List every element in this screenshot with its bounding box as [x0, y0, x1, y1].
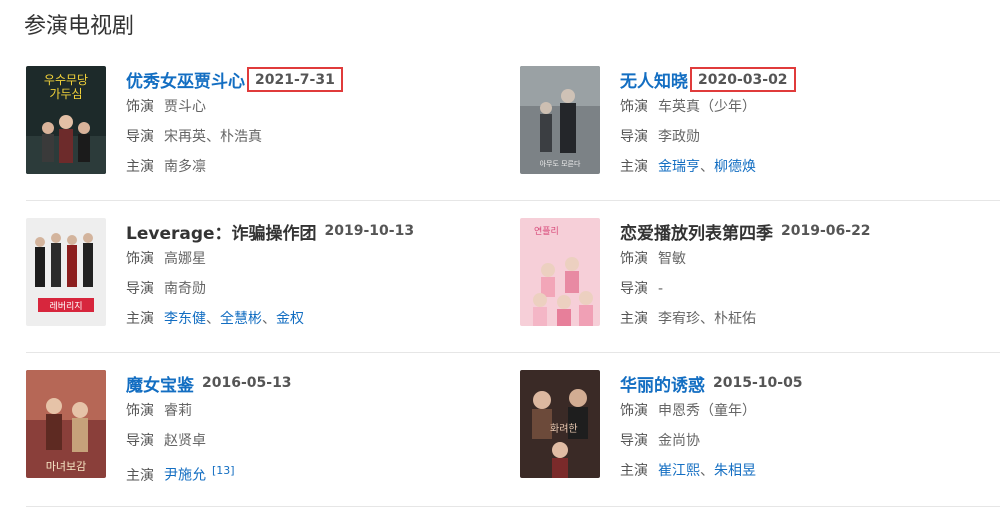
release-date: 2016-05-13	[202, 375, 292, 391]
director-label: 导演	[126, 129, 154, 145]
release-date: 2019-10-13	[324, 223, 415, 239]
role-label: 饰演	[620, 251, 648, 267]
drama-card: 아무도 모른다 无人知晓 2020-03-02 饰演 车英真（少年） 导演 李政勋 …	[520, 66, 990, 178]
drama-card: 레버리지 Leverage：诈骗操作团 2019-10-13 饰演 高娜星 导演南…	[26, 218, 496, 330]
drama-card: 우수무당 가두심 优秀女巫贾斗心 2021-7-31 饰演 贾斗心 导演 宋再英、朴…	[26, 66, 496, 178]
lead-actor-link[interactable]: 全慧彬	[220, 311, 262, 327]
lead-actor-link[interactable]: 崔江熙	[658, 463, 700, 479]
director-value: 赵贤卓	[164, 433, 206, 449]
role-value: 智敏	[658, 251, 686, 267]
lead-actor-link[interactable]: 李东健	[164, 311, 206, 327]
role-label: 饰演	[126, 251, 154, 267]
role-label: 饰演	[620, 99, 648, 115]
drama-title-link[interactable]: 无人知晓	[620, 67, 688, 92]
director-label: 导演	[620, 433, 648, 449]
lead-actor-link[interactable]: 尹施允	[164, 468, 206, 484]
lead-label: 主演	[620, 159, 648, 175]
drama-card: 연플리 恋爱播放列表第四季 2019-06-22 饰演 智敏 导演 - 主演 李宥珍、…	[520, 218, 990, 330]
separator: 、	[206, 311, 220, 327]
separator: 、	[700, 159, 714, 175]
separator: 、	[262, 311, 276, 327]
drama-poster[interactable]: 레버리지	[26, 218, 106, 326]
divider	[26, 200, 1000, 201]
lead-label: 主演	[126, 311, 154, 327]
drama-card: 마녀보감 魔女宝鉴 2016-05-13 饰演 睿莉 导演 赵贤卓 主演 尹施允 [13…	[26, 370, 496, 484]
drama-poster[interactable]: 연플리	[520, 218, 600, 326]
role-value: 贾斗心	[164, 99, 206, 115]
role-value: 睿莉	[164, 403, 192, 419]
svg-text:아무도 모른다: 아무도 모른다	[540, 159, 581, 168]
lead-actor: 李宥珍	[658, 311, 700, 327]
section-title: 参演电视剧	[24, 14, 135, 39]
svg-text:화려한: 화려한	[550, 423, 578, 435]
drama-poster[interactable]: 아무도 모른다	[520, 66, 600, 174]
drama-grid: 우수무당 가두심 优秀女巫贾斗心 2021-7-31 饰演 贾斗心 导演 宋再英、朴…	[26, 66, 1000, 522]
drama-title: Leverage：诈骗操作团	[126, 223, 317, 244]
release-date-highlighted: 2021-7-31	[247, 66, 343, 92]
lead-actor: 南多凛	[164, 159, 206, 175]
role-value: 车英真（少年）	[658, 99, 756, 115]
director-value: 宋再英、朴浩真	[164, 129, 262, 145]
role-label: 饰演	[126, 99, 154, 115]
svg-text:마녀보감: 마녀보감	[46, 460, 86, 473]
release-date: 2015-10-05	[713, 375, 803, 391]
lead-actor-link[interactable]: 金权	[276, 311, 304, 327]
role-label: 饰演	[126, 403, 154, 419]
role-value: 高娜星	[164, 251, 206, 267]
drama-row: 마녀보감 魔女宝鉴 2016-05-13 饰演 睿莉 导演 赵贤卓 主演 尹施允 [13…	[26, 370, 1000, 522]
drama-poster[interactable]: 우수무당 가두심	[26, 66, 106, 174]
svg-text:레버리지: 레버리지	[49, 301, 82, 312]
svg-text:가두심: 가두심	[49, 87, 82, 101]
director-label: 导演	[620, 281, 648, 297]
lead-label: 主演	[620, 463, 648, 479]
drama-title-link[interactable]: 优秀女巫贾斗心	[126, 67, 245, 92]
lead-actor-link[interactable]: 金瑞亨	[658, 159, 700, 175]
lead-label: 主演	[126, 467, 154, 484]
director-label: 导演	[620, 129, 648, 145]
drama-title-link[interactable]: 华丽的诱惑	[620, 371, 705, 396]
drama-title: 恋爱播放列表第四季	[620, 223, 773, 244]
director-label: 导演	[126, 433, 154, 449]
citation-footnote[interactable]: [13]	[212, 464, 235, 477]
director-value: 金尚协	[658, 433, 700, 449]
drama-row: 레버리지 Leverage：诈骗操作团 2019-10-13 饰演 高娜星 导演南…	[26, 218, 1000, 370]
lead-actor-link[interactable]: 柳德焕	[714, 159, 756, 175]
svg-text:연플리: 연플리	[534, 226, 559, 237]
drama-poster[interactable]: 마녀보감	[26, 370, 106, 478]
role-label: 饰演	[620, 403, 648, 419]
separator: 、	[700, 311, 714, 327]
release-date: 2019-06-22	[781, 223, 871, 239]
role-value: 申恩秀（童年）	[658, 403, 756, 419]
divider	[26, 352, 1000, 353]
lead-actor-link[interactable]: 朱相昱	[714, 463, 756, 479]
drama-row: 우수무당 가두심 优秀女巫贾斗心 2021-7-31 饰演 贾斗心 导演 宋再英、朴…	[26, 66, 1000, 218]
lead-label: 主演	[620, 311, 648, 327]
director-value: 南奇勋	[164, 281, 206, 297]
lead-actor: 朴柾佑	[714, 311, 756, 327]
separator: 、	[700, 463, 714, 479]
director-value: 李政勋	[658, 129, 700, 145]
director-label: 导演	[126, 281, 154, 297]
drama-card: 화려한 华丽的诱惑 2015-10-05 饰演 申恩秀（童年） 导演 金尚协 主演崔…	[520, 370, 990, 482]
drama-poster[interactable]: 화려한	[520, 370, 600, 478]
svg-text:우수무당: 우수무당	[44, 73, 88, 87]
release-date-highlighted: 2020-03-02	[690, 66, 796, 92]
divider	[26, 506, 1000, 507]
drama-title-link[interactable]: 魔女宝鉴	[126, 371, 194, 396]
lead-label: 主演	[126, 159, 154, 175]
director-value: -	[658, 281, 664, 297]
